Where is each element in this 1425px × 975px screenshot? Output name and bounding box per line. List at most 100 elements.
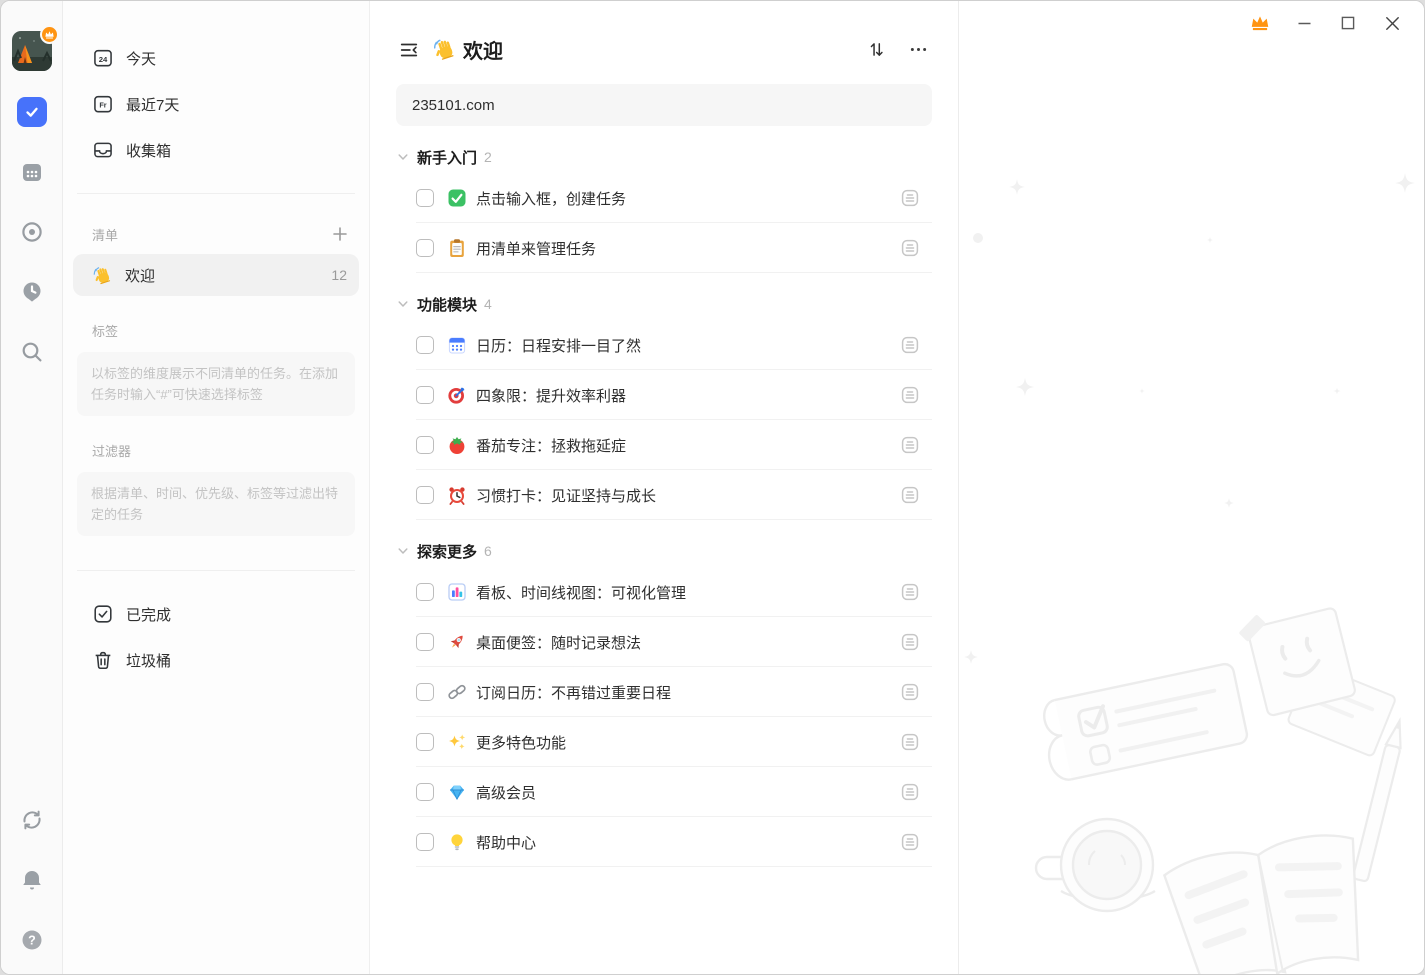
task-row[interactable]: 点击输入框，创建任务 (396, 173, 932, 223)
svg-text:?: ? (28, 933, 36, 947)
note-icon[interactable] (900, 435, 920, 455)
page-title: 欢迎 (432, 35, 862, 64)
task-row[interactable]: 四象限：提升效率利器 (396, 370, 932, 420)
note-icon[interactable] (900, 832, 920, 852)
focus-target-icon[interactable] (16, 216, 48, 248)
task-title: 帮助中心 (476, 832, 900, 853)
decorative-illustration (959, 1, 1425, 975)
task-checkbox[interactable] (416, 239, 434, 257)
window-controls (1238, 1, 1424, 45)
task-row[interactable]: 订阅日历：不再错过重要日程 (396, 667, 932, 717)
filters-hint-card[interactable]: 根据清单、时间、优先级、标签等过滤出特定的任务 (77, 472, 355, 536)
section-header-features[interactable]: 功能模块 4 (396, 288, 932, 320)
rocket-icon (447, 632, 467, 652)
section-header-explore[interactable]: 探索更多 6 (396, 535, 932, 567)
note-icon[interactable] (900, 682, 920, 702)
task-checkbox[interactable] (416, 386, 434, 404)
note-icon[interactable] (900, 632, 920, 652)
note-icon[interactable] (900, 335, 920, 355)
sidebar-item-label: 垃圾桶 (126, 650, 351, 671)
lists-section-label: 清单 (92, 225, 329, 244)
task-row[interactable]: 桌面便签：随时记录想法 (396, 617, 932, 667)
more-options-icon[interactable] (904, 36, 932, 64)
completed-check-icon (92, 603, 114, 625)
minimize-button[interactable] (1282, 3, 1326, 43)
close-button[interactable] (1370, 3, 1414, 43)
help-icon[interactable]: ? (16, 924, 48, 956)
task-row[interactable]: 帮助中心 (396, 817, 932, 867)
sidebar-item-completed[interactable]: 已完成 (73, 591, 359, 637)
task-checkbox[interactable] (416, 189, 434, 207)
task-title: 用清单来管理任务 (476, 238, 900, 259)
task-row[interactable]: 日历：日程安排一目了然 (396, 320, 932, 370)
task-checkbox[interactable] (416, 783, 434, 801)
inbox-icon (92, 139, 114, 161)
filters-section-header: 过滤器 (73, 430, 359, 470)
icon-rail: ? (1, 1, 63, 974)
sidebar-item-inbox[interactable]: 收集箱 (73, 127, 359, 173)
list-count: 12 (331, 267, 347, 283)
maximize-button[interactable] (1326, 3, 1370, 43)
sidebar-item-today[interactable]: 24 今天 (73, 35, 359, 81)
premium-crown-icon[interactable] (1238, 3, 1282, 43)
user-avatar[interactable] (12, 31, 52, 71)
svg-text:24: 24 (99, 55, 108, 64)
section-count: 2 (484, 149, 492, 165)
task-title: 订阅日历：不再错过重要日程 (476, 682, 900, 703)
task-checkbox[interactable] (416, 486, 434, 504)
task-checkbox[interactable] (416, 436, 434, 454)
note-icon[interactable] (900, 582, 920, 602)
task-row[interactable]: 用清单来管理任务 (396, 223, 932, 273)
divider (77, 570, 355, 571)
chevron-down-icon[interactable] (396, 544, 410, 558)
collapse-sidebar-icon[interactable] (396, 37, 422, 63)
note-icon[interactable] (900, 485, 920, 505)
task-checkbox[interactable] (416, 733, 434, 751)
tasks-check-icon[interactable] (16, 96, 48, 128)
section-header-getting-started[interactable]: 新手入门 2 (396, 141, 932, 173)
task-row[interactable]: 习惯打卡：见证坚持与成长 (396, 470, 932, 520)
task-row[interactable]: 更多特色功能 (396, 717, 932, 767)
sidebar-item-trash[interactable]: 垃圾桶 (73, 637, 359, 683)
task-row[interactable]: 看板、时间线视图：可视化管理 (396, 567, 932, 617)
section-title: 新手入门 (417, 147, 477, 168)
lists-section-header: 清单 (73, 214, 359, 254)
notifications-bell-icon[interactable] (16, 864, 48, 896)
sort-icon[interactable] (862, 36, 890, 64)
search-icon[interactable] (16, 336, 48, 368)
task-title: 点击输入框，创建任务 (476, 188, 900, 209)
add-list-button[interactable] (329, 223, 351, 245)
calendar-today-icon: 24 (92, 47, 114, 69)
task-row[interactable]: 高级会员 (396, 767, 932, 817)
task-title: 高级会员 (476, 782, 900, 803)
task-row[interactable]: 番茄专注：拯救拖延症 (396, 420, 932, 470)
habit-clock-icon[interactable] (16, 276, 48, 308)
note-icon[interactable] (900, 385, 920, 405)
page-title-text: 欢迎 (463, 35, 503, 64)
task-checkbox[interactable] (416, 583, 434, 601)
task-title: 习惯打卡：见证坚持与成长 (476, 485, 900, 506)
app-window: ? 24 今天 Fr 最近7天 收集箱 清单 欢迎 12 (0, 0, 1425, 975)
note-icon[interactable] (900, 188, 920, 208)
trash-icon (92, 649, 114, 671)
tags-hint-card[interactable]: 以标签的维度展示不同清单的任务。在添加任务时输入“#”可快速选择标签 (77, 352, 355, 416)
task-checkbox[interactable] (416, 336, 434, 354)
add-task-input[interactable] (396, 84, 932, 126)
task-checkbox[interactable] (416, 833, 434, 851)
chevron-down-icon[interactable] (396, 150, 410, 164)
note-icon[interactable] (900, 782, 920, 802)
tomato-icon (447, 435, 467, 455)
note-icon[interactable] (900, 732, 920, 752)
task-checkbox[interactable] (416, 683, 434, 701)
sidebar-list-welcome[interactable]: 欢迎 12 (73, 254, 359, 296)
sync-icon[interactable] (16, 804, 48, 836)
chevron-down-icon[interactable] (396, 297, 410, 311)
calendar-week-icon: Fr (92, 93, 114, 115)
sidebar-item-label: 收集箱 (126, 140, 351, 161)
calendar-icon[interactable] (16, 156, 48, 188)
sidebar-item-label: 最近7天 (126, 94, 351, 115)
note-icon[interactable] (900, 238, 920, 258)
sidebar: 24 今天 Fr 最近7天 收集箱 清单 欢迎 12 标签 以标签的维度展示不同… (63, 1, 370, 974)
sidebar-item-next7days[interactable]: Fr 最近7天 (73, 81, 359, 127)
task-checkbox[interactable] (416, 633, 434, 651)
